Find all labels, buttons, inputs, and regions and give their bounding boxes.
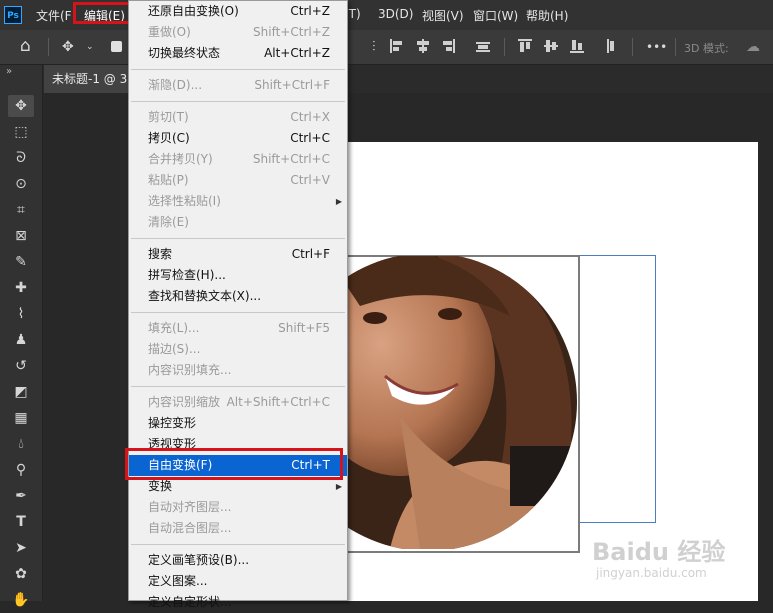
menu-item-paste-special[interactable]: 选择性粘贴(I) ▶ [129, 191, 347, 212]
menu-3d[interactable]: 3D(D) [378, 7, 413, 21]
menu-item-clear[interactable]: 清除(E) [129, 212, 347, 233]
crop-tool-icon[interactable]: ⌗ [8, 199, 34, 221]
menu-separator [131, 544, 345, 545]
submenu-arrow-icon: ▶ [335, 197, 342, 206]
3d-orbit-icon[interactable]: ☁ [746, 38, 760, 56]
menu-item-check-spelling[interactable]: 拼写检查(H)... [129, 265, 347, 286]
menu-separator [131, 101, 345, 102]
options-separator [675, 38, 676, 56]
menu-item-content-aware-fill[interactable]: 内容识别填充... [129, 360, 347, 381]
align-middle-icon[interactable] [544, 39, 558, 53]
eraser-tool-icon[interactable]: ◩ [8, 381, 34, 403]
eyedropper-tool-icon[interactable]: ✎ [8, 251, 34, 273]
menu-item-auto-align-layers[interactable]: 自动对齐图层... [129, 497, 347, 518]
options-separator [48, 38, 49, 56]
auto-select-checkbox[interactable] [111, 41, 122, 52]
menu-separator [131, 69, 345, 70]
path-selection-tool-icon[interactable]: ➤ [8, 537, 34, 559]
align-center-icon[interactable] [416, 39, 430, 53]
pen-tool-icon[interactable]: ✒ [8, 485, 34, 507]
menu-separator [131, 238, 345, 239]
move-tool-icon[interactable]: ✥ [62, 38, 74, 56]
frame-tool-icon[interactable]: ⊠ [8, 225, 34, 247]
history-brush-tool-icon[interactable]: ↺ [8, 355, 34, 377]
watermark-url: jingyan.baidu.com [596, 566, 707, 580]
menu-item-puppet-warp[interactable]: 操控变形 [129, 413, 347, 434]
3d-mode-label: 3D 模式: [684, 42, 729, 55]
blur-tool-icon[interactable]: 💧︎ [8, 433, 34, 455]
photoshop-logo[interactable]: Ps [4, 6, 22, 24]
watermark-brand: Baidu 经验 [592, 538, 726, 566]
menu-item-content-aware-scale[interactable]: 内容识别缩放 Alt+Shift+Ctrl+C [129, 392, 347, 413]
options-separator [632, 38, 633, 56]
menu-item-copy[interactable]: 拷贝(C) Ctrl+C [129, 128, 347, 149]
transform-bounding-box[interactable] [576, 255, 656, 523]
menu-separator [131, 312, 345, 313]
menu-view[interactable]: 视图(V) [422, 7, 464, 24]
hand-tool-icon[interactable]: ✋ [8, 589, 34, 611]
custom-shape-tool-icon[interactable]: ✿ [8, 563, 34, 585]
menu-item-cut[interactable]: 剪切(T) Ctrl+X [129, 107, 347, 128]
menu-item-copy-merged[interactable]: 合并拷贝(Y) Shift+Ctrl+C [129, 149, 347, 170]
menu-item-paste[interactable]: 粘贴(P) Ctrl+V [129, 170, 347, 191]
quick-selection-tool-icon[interactable]: ⊙ [8, 173, 34, 195]
expand-panel-icon[interactable]: » [6, 66, 12, 77]
align-left-icon[interactable] [390, 39, 404, 53]
edit-menu-dropdown: 还原自由变换(O) Ctrl+Z 重做(O) Shift+Ctrl+Z 切换最终状态… [128, 0, 348, 609]
more-options-icon[interactable]: ••• [646, 38, 667, 56]
type-tool-icon[interactable]: T [8, 511, 34, 533]
distribute-vertical-icon[interactable] [604, 39, 618, 53]
healing-brush-tool-icon[interactable]: ✚ [8, 277, 34, 299]
menu-help[interactable]: 帮助(H) [526, 7, 568, 24]
lasso-tool-icon[interactable]: ᘐ [8, 147, 34, 169]
align-right-icon[interactable] [441, 39, 455, 53]
menu-item-define-brush-preset[interactable]: 定义画笔预设(B)... [129, 550, 347, 571]
menu-item-auto-blend-layers[interactable]: 自动混合图层... [129, 518, 347, 539]
document-tab[interactable]: 未标题-1 @ 33 [44, 65, 134, 93]
dodge-tool-icon[interactable]: ⚲ [8, 459, 34, 481]
align-icon[interactable]: ⫶ [372, 38, 376, 56]
home-icon[interactable]: ⌂ [20, 37, 31, 55]
gradient-tool-icon[interactable]: ▦ [8, 407, 34, 429]
distribute-icon[interactable] [476, 39, 490, 53]
menu-item-define-pattern[interactable]: 定义图案... [129, 571, 347, 592]
move-tool-icon[interactable]: ✥ [8, 95, 34, 117]
menu-item-toggle-last-state[interactable]: 切换最终状态 Alt+Ctrl+Z [129, 43, 347, 64]
menu-item-undo-free-transform[interactable]: 还原自由变换(O) Ctrl+Z [129, 1, 347, 22]
align-bottom-icon[interactable] [570, 39, 584, 53]
menu-item-fade[interactable]: 渐隐(D)... Shift+Ctrl+F [129, 75, 347, 96]
annotation-highlight-free-transform [125, 448, 343, 480]
menu-separator [131, 386, 345, 387]
clone-stamp-tool-icon[interactable]: ♟ [8, 329, 34, 351]
marquee-tool-icon[interactable]: ⬚ [8, 121, 34, 143]
menu-item-fill[interactable]: 填充(L)... Shift+F5 [129, 318, 347, 339]
menu-window[interactable]: 窗口(W) [473, 7, 518, 24]
align-top-icon[interactable] [518, 39, 532, 53]
brush-tool-icon[interactable]: ⌇ [8, 303, 34, 325]
menu-item-search[interactable]: 搜索 Ctrl+F [129, 244, 347, 265]
menu-item-redo[interactable]: 重做(O) Shift+Ctrl+Z [129, 22, 347, 43]
menu-item-stroke[interactable]: 描边(S)... [129, 339, 347, 360]
chevron-down-icon[interactable]: ⌄ [86, 38, 94, 56]
options-separator [504, 38, 505, 56]
menu-item-find-replace-text[interactable]: 查找和替换文本(X)... [129, 286, 347, 307]
menu-item-define-custom-shape[interactable]: 定义自定形状... [129, 592, 347, 613]
menu-file[interactable]: 文件(F [36, 7, 72, 24]
